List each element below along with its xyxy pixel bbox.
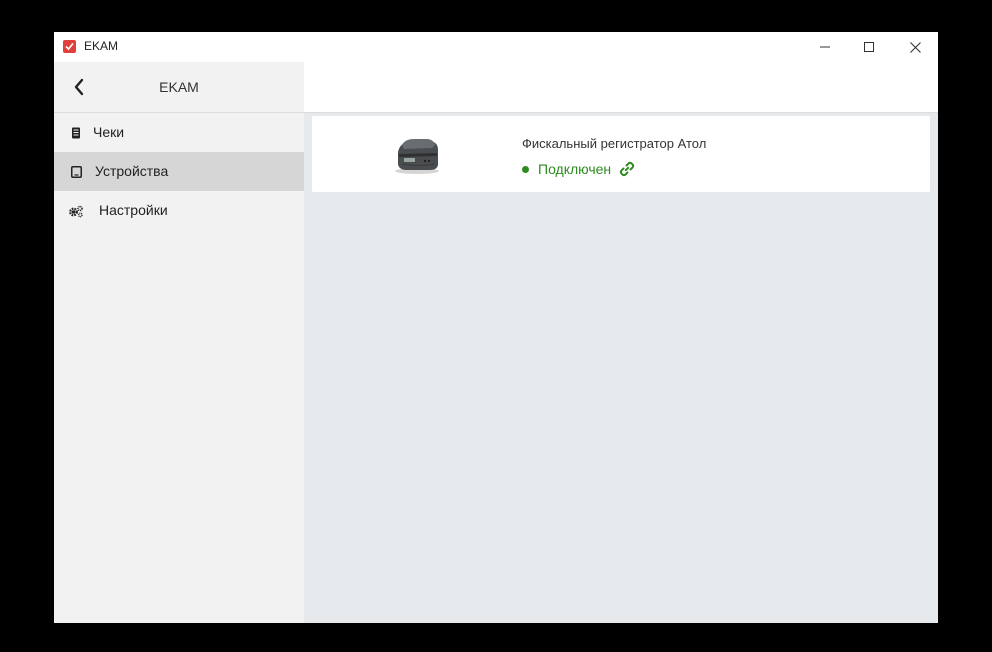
fiscal-printer-image bbox=[392, 134, 442, 176]
sidebar-header: EKAM bbox=[54, 62, 304, 113]
gears-icon bbox=[68, 203, 84, 219]
content-header bbox=[304, 62, 938, 113]
device-name: Фискальный регистратор Атол bbox=[522, 136, 707, 151]
tablet-icon bbox=[68, 164, 84, 180]
sidebar-nav: Чеки Устройства Настройки bbox=[54, 113, 304, 230]
title-bar: EKAM bbox=[54, 32, 938, 62]
app-window: EKAM EKAM Чеки Устройства Настройки Фиск… bbox=[54, 32, 938, 623]
minimize-button[interactable] bbox=[802, 32, 848, 62]
device-status: Подключен bbox=[522, 160, 635, 178]
window-title: EKAM bbox=[84, 39, 119, 53]
sidebar-item-checks[interactable]: Чеки bbox=[54, 113, 304, 152]
close-button[interactable] bbox=[892, 32, 938, 62]
receipt-icon bbox=[68, 125, 84, 141]
sidebar-item-devices[interactable]: Устройства bbox=[54, 152, 304, 191]
sidebar-item-settings[interactable]: Настройки bbox=[54, 191, 304, 230]
maximize-icon bbox=[864, 42, 874, 52]
checkmark-logo-icon bbox=[63, 40, 76, 53]
maximize-button[interactable] bbox=[846, 32, 892, 62]
device-card[interactable]: Фискальный регистратор Атол Подключен bbox=[312, 116, 930, 192]
sidebar-item-label: Настройки bbox=[99, 202, 168, 218]
device-list: Фискальный регистратор Атол Подключен bbox=[304, 113, 938, 623]
close-icon bbox=[909, 41, 921, 53]
sidebar-title: EKAM bbox=[159, 79, 199, 95]
status-dot bbox=[522, 165, 529, 173]
sidebar-item-label: Устройства bbox=[95, 163, 169, 179]
minimize-icon bbox=[820, 46, 830, 48]
status-text: Подключен bbox=[538, 161, 612, 177]
sidebar-item-label: Чеки bbox=[93, 124, 125, 140]
link-icon[interactable] bbox=[619, 161, 635, 177]
sidebar: EKAM Чеки Устройства Настройки bbox=[54, 62, 304, 623]
